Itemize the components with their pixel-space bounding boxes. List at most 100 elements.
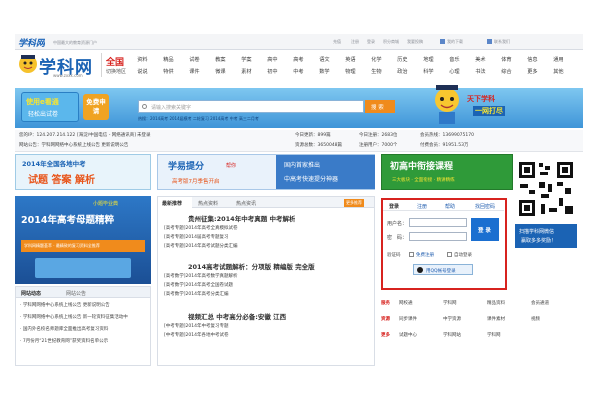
service-nav-link[interactable]: 精品资料: [487, 300, 505, 306]
news-item[interactable]: · 7月份月“21世纪教育网”获奖资料名单公示: [20, 338, 148, 344]
search-input[interactable]: 请输入搜索关键字: [138, 100, 364, 113]
more-recommend-link[interactable]: 更多推荐: [344, 199, 364, 207]
nav-link[interactable]: 科学: [421, 68, 436, 75]
qq-login-button[interactable]: 用QQ帐号登录: [413, 264, 473, 275]
username-field[interactable]: [409, 218, 467, 227]
nav-link[interactable]: 中考: [291, 68, 306, 75]
free-apply-button[interactable]: 免费申请: [83, 94, 109, 120]
top-link-recharge[interactable]: 充值: [333, 39, 341, 45]
news-item[interactable]: · 国内外名校名师题库全面推出高考复习资料: [20, 326, 148, 332]
service-nav-link[interactable]: 学科网: [487, 332, 501, 338]
main-nav: 资料 精品 试卷 教案 学案 高中 高考 语文 英语 化学 历史 地理 音乐 美术 体育 信息 通用 说说 特供 课…: [135, 54, 581, 78]
login-tab-login[interactable]: 登录: [389, 203, 399, 210]
nav-link[interactable]: 通用: [551, 56, 566, 63]
nav-link[interactable]: 高考: [291, 56, 306, 63]
hot-search-links[interactable]: 热搜：2014高考 2014届模考 二轮复习 2014高考 中考 高三二月考: [138, 116, 398, 122]
recommend-item[interactable]: [高考专题]2014届高考专题复习: [164, 234, 370, 240]
nav-link[interactable]: 书法: [473, 68, 488, 75]
nav-link[interactable]: 综合: [499, 68, 514, 75]
nav-link[interactable]: 教案: [213, 56, 228, 63]
nav-link[interactable]: 英语: [343, 56, 358, 63]
login-tab-help[interactable]: 帮助: [445, 203, 455, 210]
nav-link[interactable]: 生物: [369, 68, 384, 75]
top-link-download[interactable]: 我的下载: [447, 39, 463, 45]
news-item[interactable]: · 学科网网络中心系统上线公告 新一轮资料征集活动中: [20, 314, 148, 320]
service-nav-link[interactable]: 视频: [531, 316, 540, 322]
recommend-item[interactable]: [中考专题]2014年各地中考试卷: [164, 332, 370, 338]
service-nav-link[interactable]: 中学资源: [443, 316, 461, 322]
service-nav-link[interactable]: 学科网: [443, 300, 457, 306]
gaokao-promo-banner[interactable]: 小题毕业典 2014年高考母题精粹 学科网精题荟萃 · 最精致的复习资料全推荐: [15, 196, 151, 284]
service-nav-link[interactable]: 试题中心: [399, 332, 417, 338]
nav-link[interactable]: 高中: [265, 56, 280, 63]
nav-link[interactable]: 资料: [135, 56, 150, 63]
nav-link[interactable]: 美术: [473, 56, 488, 63]
qq-icon: [417, 267, 423, 273]
nav-link[interactable]: 化学: [369, 56, 384, 63]
promo-zhongkao[interactable]: 2014年全国各地中考 试题 答案 解析: [15, 154, 151, 190]
promo-tifen[interactable]: 学易提分 帮你 高考版7月季售开启 国内首家推出 中高考快速提分神器: [157, 154, 375, 190]
recommend-item[interactable]: [高考数学]2014年高考分类汇编: [164, 291, 370, 297]
service-nav-link[interactable]: 同步课件: [399, 316, 417, 322]
nav-link[interactable]: 地理: [421, 56, 436, 63]
login-tab-register[interactable]: 注册: [417, 203, 427, 210]
nav-link[interactable]: 素材: [239, 68, 254, 75]
nav-link[interactable]: 课件: [187, 68, 202, 75]
recommend-item[interactable]: [中考专题]2014年中考复习专题: [164, 323, 370, 329]
headline-2[interactable]: 2014高考试题解析：分项版 精编版 完全版: [188, 261, 315, 271]
password-field[interactable]: [409, 232, 467, 241]
nav-link[interactable]: 说说: [135, 68, 150, 75]
service-nav-link[interactable]: 课件素材: [487, 316, 505, 322]
service-nav-link[interactable]: 学科网站: [443, 332, 461, 338]
free-register-label[interactable]: 免费注册: [416, 252, 434, 258]
nav-link[interactable]: 政治: [395, 68, 410, 75]
top-link-login[interactable]: 登录: [367, 39, 375, 45]
nav-link[interactable]: 初中: [265, 68, 280, 75]
promo-xianjie[interactable]: 初高中衔接课程 三大板块 · 全面衔接 · 精讲精练: [381, 154, 513, 190]
news-tab-notice[interactable]: 网站公告: [66, 290, 86, 297]
login-tab-forgot[interactable]: 找回密码: [475, 203, 495, 210]
nav-link[interactable]: 特供: [161, 68, 176, 75]
nav-link[interactable]: 语文: [317, 56, 332, 63]
login-button[interactable]: 登 录: [471, 218, 499, 241]
free-register-checkbox[interactable]: [409, 252, 414, 257]
search-button[interactable]: 搜 索: [365, 100, 395, 113]
nav-link[interactable]: 试卷: [187, 56, 202, 63]
tab-hot-resources[interactable]: 热点资料: [198, 200, 218, 207]
news-tab-dynamic[interactable]: 网站动态: [21, 290, 41, 297]
nav-link[interactable]: 心理: [447, 68, 462, 75]
nav-link[interactable]: 物理: [343, 68, 358, 75]
top-link-contact[interactable]: 联系我们: [494, 39, 510, 45]
nav-link[interactable]: 其他: [551, 68, 566, 75]
news-item[interactable]: · 学科网网络中心系统上线公告 更新说明公告: [20, 302, 148, 308]
headline-1[interactable]: 贵州征集:2014年中考真题 中考解析: [188, 213, 295, 223]
nav-link[interactable]: 微课: [213, 68, 228, 75]
user-status[interactable]: 未登录: [137, 132, 151, 138]
service-nav-link[interactable]: 会员通道: [531, 300, 549, 306]
nav-link[interactable]: 体育: [499, 56, 514, 63]
auto-login-checkbox[interactable]: [447, 252, 452, 257]
top-link-contribute[interactable]: 我要投稿: [407, 39, 423, 45]
nav-link[interactable]: 学案: [239, 56, 254, 63]
nav-link[interactable]: 更多: [525, 68, 540, 75]
nav-link[interactable]: 信息: [525, 56, 540, 63]
recommend-item[interactable]: [高考数学]2014年高考全国卷试题: [164, 282, 370, 288]
tab-latest[interactable]: 最新推荐: [158, 197, 192, 208]
nav-link[interactable]: 历史: [395, 56, 410, 63]
headline-3[interactable]: 视频汇总 中考高分必备:安徽 江西: [188, 311, 286, 321]
top-link-shop[interactable]: 积分商城: [383, 39, 399, 45]
recommend-item[interactable]: [高考数学]2014年高考数学真题解析: [164, 273, 370, 279]
recommend-item[interactable]: [高考专题]2014年高考试题分类汇编: [164, 243, 370, 249]
site-notice[interactable]: 网站公告：学科网网络中心系统上线公告 更新说明公告: [19, 142, 128, 148]
recommend-item[interactable]: [高考专题]2014年高考全真模拟试卷: [164, 225, 370, 231]
app-promo[interactable]: 使用e看通 轻松出试卷: [21, 92, 79, 122]
nav-link[interactable]: 精品: [161, 56, 176, 63]
region-switch[interactable]: 全国 切换地区: [101, 53, 131, 77]
tab-hot-news[interactable]: 热点资讯: [236, 200, 256, 207]
service-nav-link[interactable]: 网校通: [399, 300, 413, 306]
top-logo[interactable]: 学科网: [18, 36, 45, 49]
nav-link[interactable]: 数学: [317, 68, 332, 75]
top-link-register[interactable]: 注册: [351, 39, 359, 45]
nav-link[interactable]: 音乐: [447, 56, 462, 63]
service-nav-heading: 更多: [381, 333, 390, 338]
